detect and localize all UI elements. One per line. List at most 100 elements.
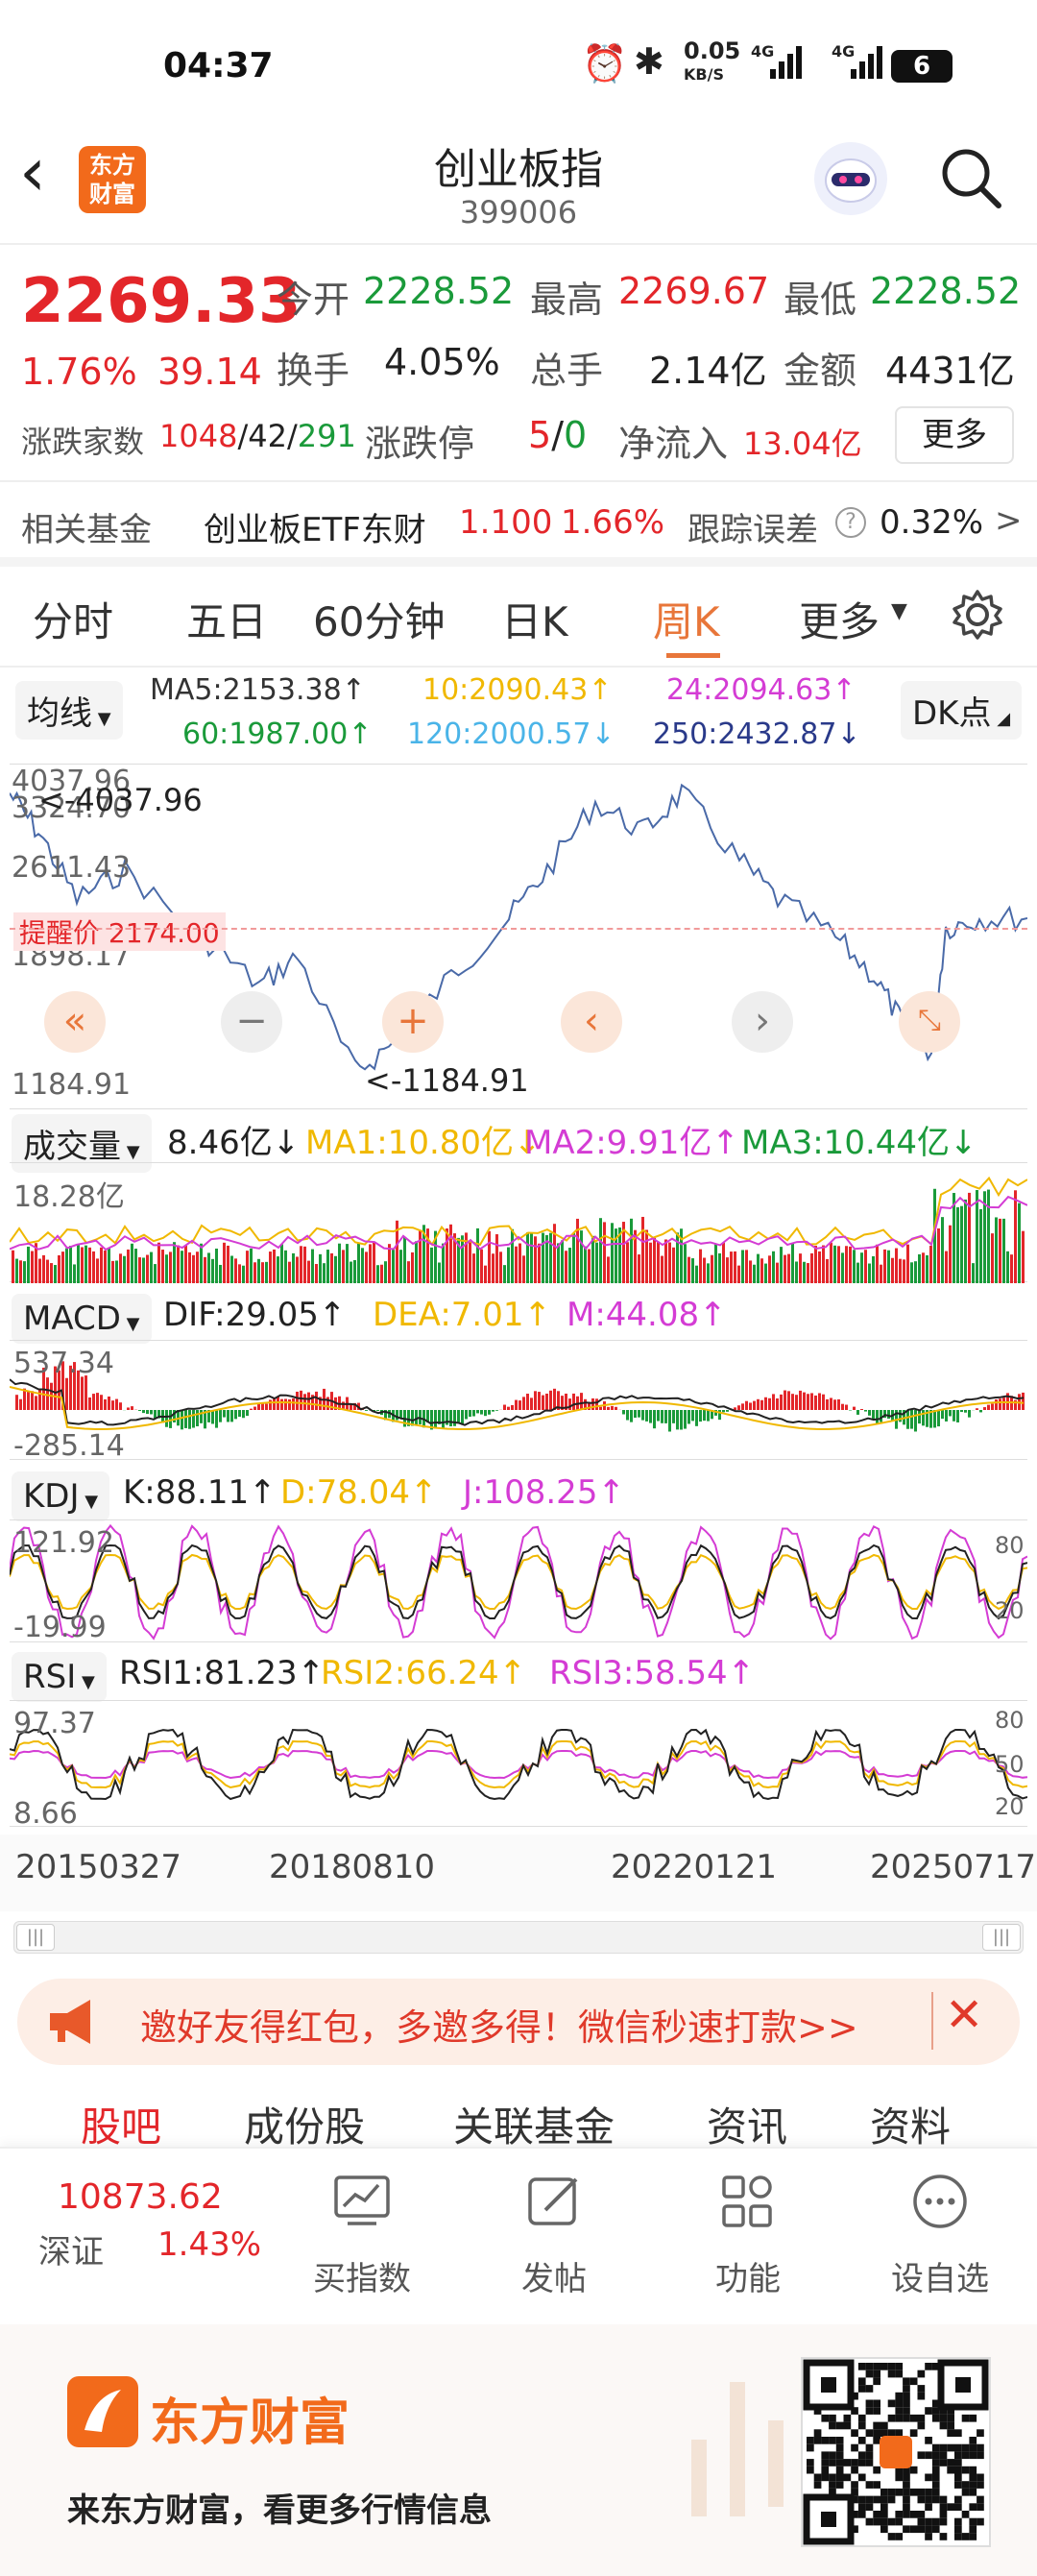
- volume-bar: [207, 1252, 210, 1283]
- volume-bar: [807, 1263, 809, 1283]
- related-fund-row[interactable]: 相关基金 创业板ETF东财 1.100 1.66% 跟踪误差 ? 0.32% >: [0, 480, 1037, 567]
- add-favorite-button[interactable]: 设自选: [868, 2160, 1012, 2304]
- volume-bar: [787, 1253, 790, 1283]
- macd-bar: [84, 1375, 87, 1410]
- volume-bar: [591, 1235, 594, 1283]
- tab-related-funds[interactable]: 关联基金: [453, 2095, 615, 2153]
- macd-bar: [753, 1400, 756, 1410]
- qr-module: [931, 2488, 940, 2496]
- search-icon[interactable]: [937, 144, 1004, 211]
- scroll-handle-right[interactable]: |||: [982, 1924, 1021, 1951]
- function-button[interactable]: 功能: [676, 2160, 820, 2304]
- volume-bar: [522, 1255, 525, 1283]
- tab-guba[interactable]: 股吧: [81, 2095, 161, 2153]
- scroll-handle-left[interactable]: |||: [16, 1924, 55, 1951]
- volume-bar: [342, 1250, 345, 1283]
- scroll-right-icon[interactable]: ›: [732, 991, 793, 1053]
- qr-module: [969, 2481, 977, 2489]
- rsi-chart[interactable]: 97.37 8.66 80 50 20: [10, 1700, 1027, 1831]
- zoom-out-icon[interactable]: −: [221, 991, 282, 1053]
- volume-bar: [253, 1262, 256, 1283]
- rewind-fast-icon[interactable]: «: [44, 991, 106, 1053]
- kdj-ref-20: 20: [995, 1597, 1025, 1624]
- volume-bar: [200, 1243, 203, 1283]
- volume-bar: [864, 1250, 867, 1283]
- promo-banner[interactable]: 邀好友得红包，多邀多得！微信秒速打款>> ✕: [17, 1979, 1020, 2065]
- volume-bar: [415, 1241, 418, 1283]
- tab-60min[interactable]: 60分钟: [313, 590, 445, 648]
- tab-more[interactable]: 更多: [799, 590, 880, 648]
- macd-bar: [853, 1406, 856, 1410]
- qr-module: [857, 2495, 866, 2504]
- settings-gear-icon[interactable]: [951, 588, 1004, 642]
- chart-scrollbar[interactable]: ||| |||: [13, 1921, 1024, 1954]
- scroll-left-icon[interactable]: ‹: [561, 991, 622, 1053]
- macd-dif: DIF:29.05↑: [163, 1296, 347, 1334]
- low-value: 2228.52: [870, 270, 1022, 312]
- ma60-label: 60:1987.00↑: [182, 717, 373, 751]
- post-button[interactable]: 发帖: [482, 2160, 626, 2304]
- qr-module: [895, 2488, 904, 2496]
- chevron-right-icon: >: [995, 501, 1023, 540]
- kline-y3: 2611.43: [12, 851, 132, 885]
- volume-bar: [526, 1232, 529, 1283]
- dk-selector[interactable]: DK点 ◢: [901, 681, 1023, 740]
- ma-selector[interactable]: 均线 ▼: [15, 681, 123, 740]
- volume-bar: [799, 1253, 802, 1283]
- buy-index-button[interactable]: 买指数: [290, 2160, 434, 2304]
- volume-bar: [653, 1237, 656, 1283]
- rsi-selector[interactable]: RSI ▼: [12, 1652, 107, 1702]
- kdj-selector[interactable]: KDJ ▼: [12, 1471, 110, 1521]
- zoom-in-icon[interactable]: +: [382, 991, 444, 1053]
- grid-apps-icon: [718, 2172, 778, 2231]
- volume-chart[interactable]: 18.28亿: [10, 1162, 1027, 1283]
- close-icon[interactable]: ✕: [945, 1988, 983, 2042]
- more-button[interactable]: 更多: [895, 406, 1014, 464]
- qr-module: [947, 2414, 954, 2422]
- tab-profile[interactable]: 资料: [870, 2095, 951, 2153]
- volume-bar: [369, 1244, 372, 1283]
- volume-bar: [138, 1257, 141, 1283]
- volume-bar: [115, 1260, 118, 1283]
- tab-news[interactable]: 资讯: [707, 2095, 787, 2153]
- macd-selector[interactable]: MACD ▼: [12, 1294, 152, 1344]
- volume-bar: [227, 1245, 229, 1283]
- rsi-1: RSI1:81.23↑: [119, 1654, 326, 1692]
- qr-module: [857, 2503, 866, 2511]
- volume-bar: [906, 1244, 909, 1283]
- macd-chart[interactable]: 537.34 -285.14: [10, 1340, 1027, 1463]
- volume-bar: [565, 1251, 567, 1283]
- robot-assistant-icon[interactable]: [814, 142, 887, 215]
- qr-module: [954, 2473, 962, 2482]
- volume-bar: [860, 1252, 863, 1283]
- tab-weekly[interactable]: 周K: [653, 590, 720, 648]
- macd-bar: [818, 1393, 821, 1410]
- volume-bar: [760, 1258, 763, 1283]
- qr-module: [887, 2363, 896, 2370]
- volume-bar: [373, 1242, 375, 1283]
- volume-bar: [856, 1262, 859, 1283]
- index-ticker[interactable]: 10873.62 深证 1.43%: [0, 2149, 261, 2326]
- macd-bar: [810, 1393, 813, 1410]
- tab-daily[interactable]: 日K: [501, 590, 568, 648]
- kdj-selector-label: KDJ: [23, 1477, 80, 1516]
- qr-module: [947, 2421, 954, 2430]
- macd-bar: [764, 1397, 767, 1410]
- tab-intraday[interactable]: 分时: [33, 590, 113, 648]
- qr-module: [969, 2451, 977, 2460]
- tab-five-day[interactable]: 五日: [186, 590, 267, 648]
- tab-constituents[interactable]: 成份股: [244, 2095, 365, 2153]
- qr-module: [903, 2503, 910, 2511]
- open-label: 今开: [277, 279, 350, 321]
- help-icon[interactable]: ?: [835, 507, 866, 538]
- volume-ma2-line: [10, 1195, 1027, 1252]
- qr-module: [873, 2481, 880, 2489]
- kdj-chart[interactable]: 121.92 -19.99 80 20: [10, 1519, 1027, 1644]
- fullscreen-icon[interactable]: ⤡: [899, 991, 960, 1053]
- macd-bar: [23, 1388, 26, 1410]
- volume-bar: [918, 1253, 921, 1283]
- macd-bar: [449, 1410, 452, 1427]
- kline-chart[interactable]: 4037.96 3324.70 2611.43 1898.17 1184.91 …: [10, 764, 1027, 1109]
- buy-index-label: 买指数: [313, 2260, 411, 2298]
- macd-bar: [273, 1398, 276, 1410]
